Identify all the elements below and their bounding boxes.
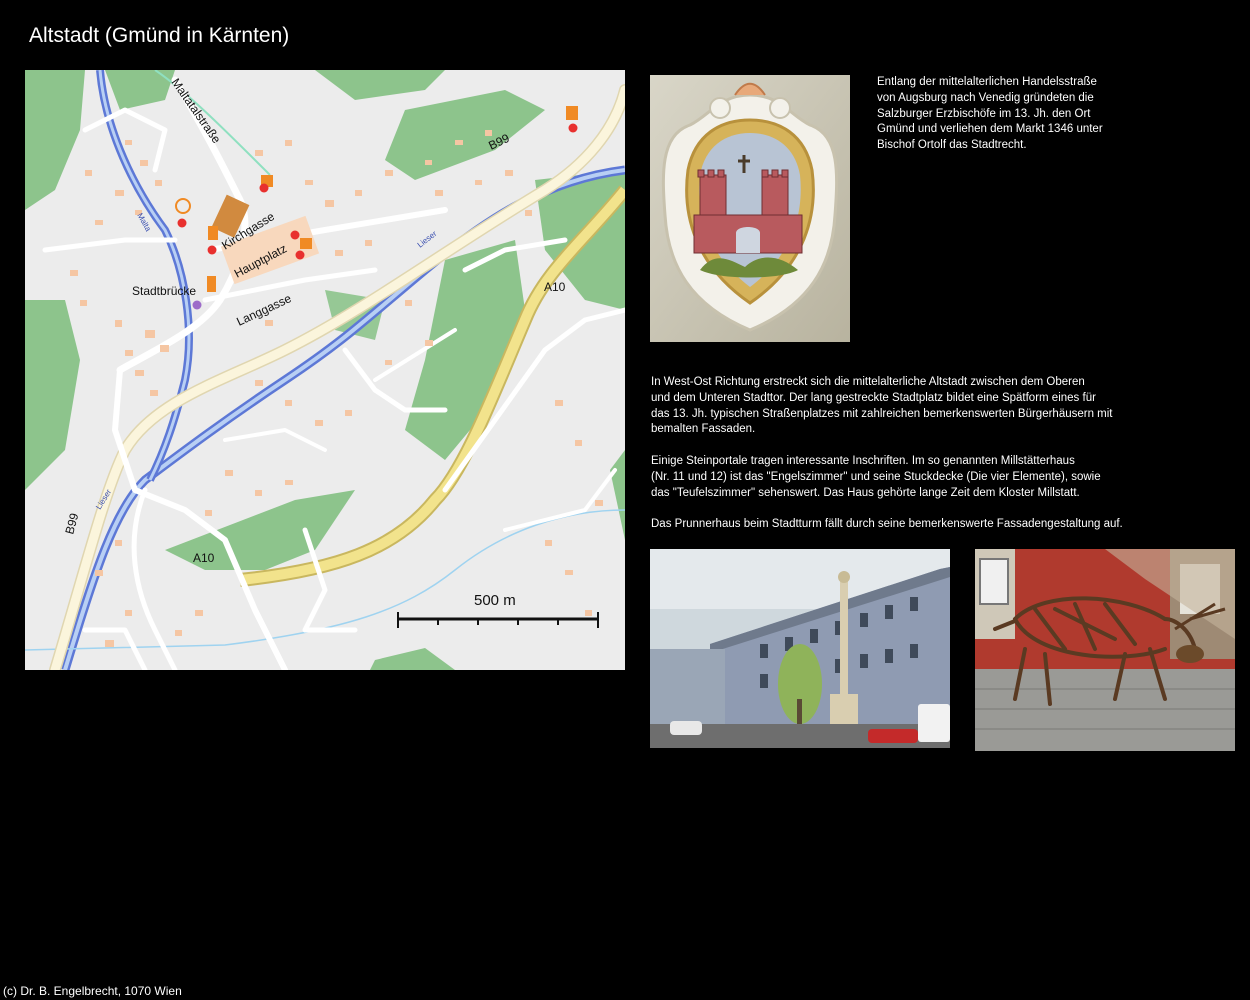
- paragraph-altstadt: In West-Ost Richtung erstreckt sich die …: [651, 376, 1113, 436]
- town-map[interactable]: Maltatalstraße B99 B99 Kirchgasse Hauptp…: [25, 70, 625, 670]
- label-a10-right: A10: [544, 280, 566, 294]
- paragraph-prunnerhaus: Das Prunnerhaus beim Stadtturm fällt dur…: [651, 518, 1123, 531]
- copyright-footer: (c) Dr. B. Engelbrecht, 1070 Wien: [3, 984, 182, 998]
- label-stadtbruecke: Stadtbrücke: [132, 284, 196, 298]
- cow-sculpture-photo: [975, 549, 1235, 751]
- page-title: Altstadt (Gmünd in Kärnten): [29, 24, 290, 47]
- building-photo: [650, 549, 950, 748]
- coat-of-arms-photo: [650, 75, 850, 342]
- intro-text: Entlang der mittelalterlichen Handelsstr…: [877, 76, 1103, 152]
- label-a10-bottom: A10: [193, 551, 215, 565]
- description-text: In West-Ost Richtung erstreckt sich die …: [651, 375, 1171, 549]
- scale-label: 500 m: [474, 592, 516, 609]
- paragraph-steinportale: Einige Steinportale tragen interessante …: [651, 454, 1101, 499]
- intro-paragraph: Entlang der mittelalterlichen Handelsstr…: [877, 75, 1127, 154]
